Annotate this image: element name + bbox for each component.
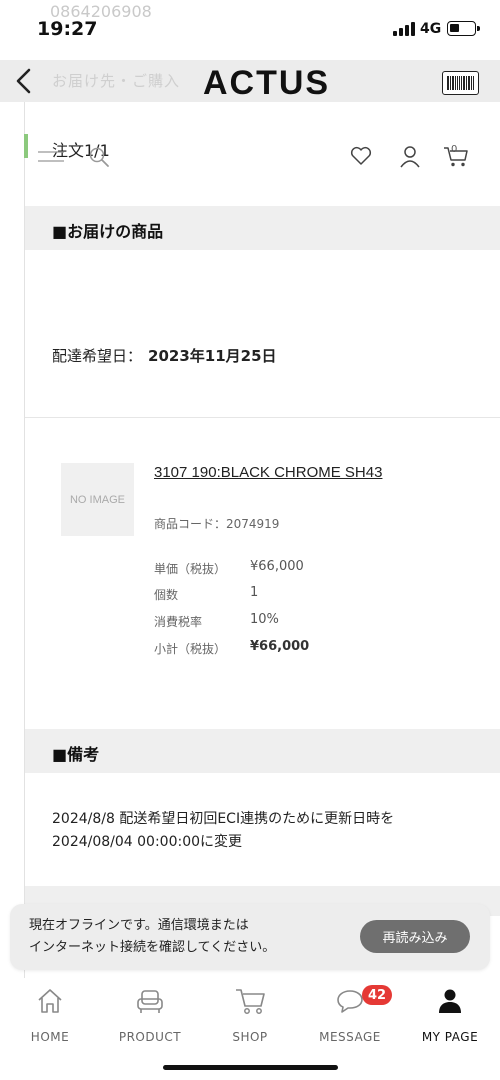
message-badge: 42 [362,985,392,1005]
offline-toast: 現在オフラインです。通信環境または インターネット接続を確認してください。 再読… [10,904,490,970]
nav-home[interactable]: HOME [0,986,100,1046]
spec-label-quantity: 個数 [154,588,179,602]
barcode-button[interactable] [442,71,479,95]
nav-mypage[interactable]: MY PAGE [400,986,500,1046]
notes-text: 2024/8/8 配送希望日初回ECI連携のために更新日時を2024/08/04… [52,811,395,850]
offline-message: 現在オフラインです。通信環境または インターネット接続を確認してください。 [29,915,275,959]
spec-value-subtotal: ¥66,000 [250,639,310,654]
spec-value-unit-price: ¥66,000 [250,559,304,574]
spec-value-quantity: 1 [250,585,259,600]
delivery-section-header: ■お届けの商品 [25,206,500,250]
header-ghost-title: お届け先・ご購入 [52,72,181,90]
product-code: 商品コード：2074919 [154,517,280,531]
home-indicator[interactable] [163,1065,338,1070]
home-icon [38,989,62,1013]
nav-shop[interactable]: SHOP [200,986,300,1046]
user-icon[interactable] [399,145,421,169]
divider [25,417,500,418]
cart-icon [236,989,265,1014]
battery-icon [447,21,480,36]
spec-label-unit-price: 単価（税抜） [154,562,227,576]
network-type: 4G [420,21,442,37]
offline-message-line1: 現在オフラインです。通信環境または [29,918,249,933]
spec-value-tax-rate: 10% [250,612,279,627]
nav-product[interactable]: PRODUCT [100,986,200,1046]
app-header: お届け先・ご購入 ACTUS [0,60,500,102]
delivery-date-label: 配達希望日： [52,347,143,365]
status-time: 19:27 [37,18,98,40]
spec-label-subtotal: 小計（税抜） [154,642,227,656]
sofa-icon [137,990,163,1013]
reload-button[interactable]: 再読み込み [360,920,470,953]
nav-mypage-label: MY PAGE [421,1030,479,1044]
chevron-left-icon [16,68,31,94]
chat-icon [337,990,363,1013]
product-name-link[interactable]: 3107 190:BLACK CHROME SH43 [154,464,382,481]
nav-message-label: MESSAGE [319,1030,381,1044]
actus-logo[interactable]: ACTUS [203,64,330,103]
signal-icon [393,22,415,36]
nav-shop-label: SHOP [232,1030,268,1044]
notes-section-header: ■備考 [25,729,500,773]
delivery-date-value: 2023年11月25日 [148,347,277,365]
delivery-section-title: ■お届けの商品 [52,222,164,241]
product-image-placeholder: NO IMAGE [61,463,134,536]
spec-label-tax-rate: 消費税率 [154,615,203,629]
nav-product-label: PRODUCT [118,1030,182,1044]
accent-mark [24,134,28,158]
back-button[interactable] [8,64,38,98]
order-detail-page: 0864206908 19:27 4G お届け先・ご購入 ACTUS 注文1/1 [0,0,500,1080]
nav-home-label: HOME [30,1030,70,1044]
search-icon[interactable] [88,146,110,168]
menu-icon[interactable] [38,150,66,164]
person-icon [439,989,461,1013]
cart-count: 0 [451,144,458,155]
offline-message-line2: インターネット接続を確認してください。 [29,940,276,955]
heart-icon[interactable] [350,146,372,166]
delivery-date: 配達希望日： 2023年11月25日 [52,345,277,366]
notes-section-title: ■備考 [52,745,100,764]
status-bar: 0864206908 19:27 4G [0,0,500,58]
